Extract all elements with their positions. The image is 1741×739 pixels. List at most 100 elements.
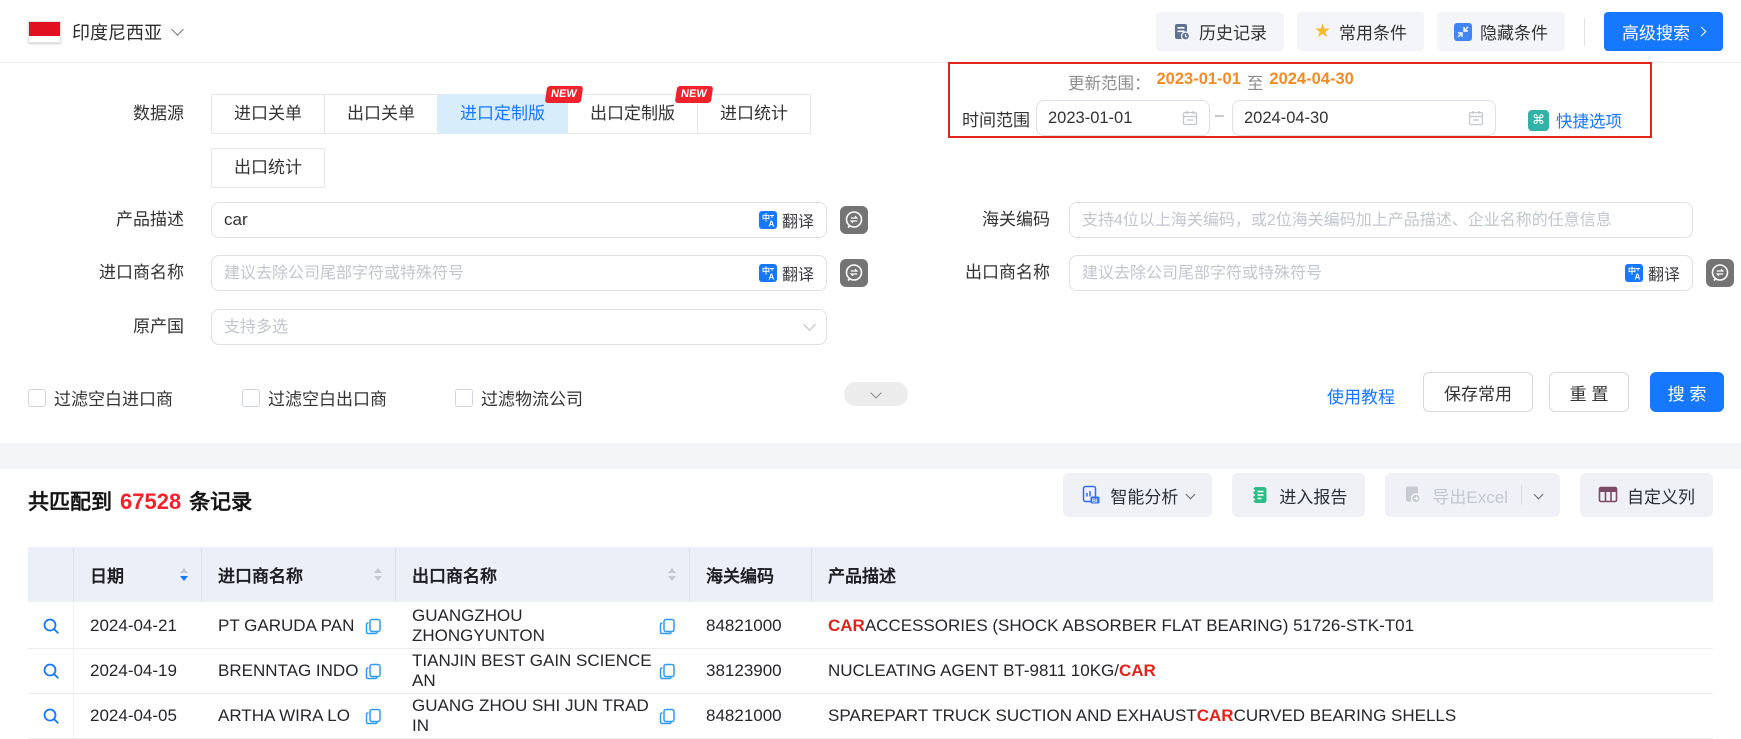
results-toolbar: BI 智能分析 进入报告 导出Excel 自定义列 <box>1063 473 1713 517</box>
sort-date[interactable] <box>180 568 188 581</box>
ai-analysis-label: 智能分析 <box>1110 487 1179 507</box>
origin-country-select[interactable] <box>211 309 827 345</box>
filter-logistics-label: 过滤物流公司 <box>481 390 583 409</box>
custom-columns-button[interactable]: 自定义列 <box>1580 473 1713 517</box>
update-range-end: 2024-04-30 <box>1269 70 1354 88</box>
row-detail-button[interactable] <box>28 649 74 693</box>
tab-import-statistics[interactable]: 进口统计 <box>697 94 811 134</box>
section-divider <box>0 443 1741 469</box>
table-row: 2024-04-05 ARTHA WIRA LO GUANG ZHOU SHI … <box>28 694 1713 739</box>
filter-blank-exporter-label: 过滤空白出口商 <box>268 390 387 409</box>
synonym-search-icon[interactable] <box>840 206 868 234</box>
product-description-field: 中A 翻译 <box>211 202 827 238</box>
translate-label: 翻译 <box>781 214 814 231</box>
product-description-input[interactable] <box>224 210 751 230</box>
update-range-start: 2023-01-01 <box>1156 70 1241 88</box>
export-excel-label: 导出Excel <box>1432 487 1508 507</box>
sort-exporter[interactable] <box>668 568 676 581</box>
tab-import-custom-edition[interactable]: 进口定制版 NEW <box>437 86 584 134</box>
date-end-input[interactable] <box>1244 108 1468 128</box>
translate-button[interactable]: 中A 翻译 <box>1624 261 1680 285</box>
enter-report-button[interactable]: 进入报告 <box>1232 473 1366 517</box>
chevron-right-icon <box>1696 26 1707 37</box>
tutorial-link[interactable]: 使用教程 <box>1327 383 1395 408</box>
synonym-search-icon[interactable] <box>840 259 868 287</box>
svg-text:BI: BI <box>1092 498 1098 504</box>
copy-icon[interactable] <box>659 708 676 725</box>
collapse-panel-button[interactable] <box>844 382 908 406</box>
hs-code-input[interactable] <box>1082 210 1680 230</box>
hs-code-label: 海关编码 <box>982 210 1050 229</box>
datasource-tabs: 进口关单 出口关单 进口定制版 NEW 出口定制版 NEW 进口统计 <box>211 86 811 134</box>
sort-desc-icon[interactable] <box>374 576 382 581</box>
tab-export-statistics[interactable]: 出口统计 <box>211 148 325 188</box>
filter-logistics-checkbox[interactable]: 过滤物流公司 <box>455 385 583 410</box>
copy-icon[interactable] <box>365 708 382 725</box>
chevron-down-icon <box>803 317 816 331</box>
importer-field: 中A 翻译 <box>211 255 827 291</box>
translate-button[interactable]: 中A 翻译 <box>758 261 814 285</box>
row-detail-button[interactable] <box>28 604 74 648</box>
quick-options-button[interactable]: ⌘ 快捷选项 <box>1528 108 1622 132</box>
translate-label: 翻译 <box>1647 267 1680 284</box>
synonym-search-icon[interactable] <box>1706 259 1734 287</box>
sort-asc-icon[interactable] <box>668 568 676 573</box>
search-button[interactable]: 搜 索 <box>1650 372 1724 412</box>
table-row: 2024-04-21 PT GARUDA PAN GUANGZHOU ZHONG… <box>28 604 1713 649</box>
checkbox-icon[interactable] <box>242 388 260 407</box>
time-range-label: 时间范围 <box>962 111 1030 130</box>
magnifier-icon <box>43 708 59 724</box>
save-conditions-button[interactable]: 保存常用 <box>1423 372 1533 412</box>
copy-icon[interactable] <box>659 618 676 635</box>
summary-prefix: 共匹配到 <box>28 491 112 514</box>
advanced-search-button[interactable]: 高级搜索 <box>1604 12 1723 51</box>
exporter-input[interactable] <box>1082 263 1617 283</box>
sort-desc-icon[interactable] <box>180 576 188 581</box>
chevron-down-icon[interactable] <box>1533 489 1544 499</box>
hide-conditions-button[interactable]: 隐藏条件 <box>1437 12 1565 51</box>
sort-desc-icon[interactable] <box>668 576 676 581</box>
ai-analysis-button[interactable]: BI 智能分析 <box>1063 473 1213 517</box>
hide-conditions-label: 隐藏条件 <box>1480 24 1548 43</box>
table-header: 日期 进口商名称 出口商名称 海关编码 产品描述 <box>28 547 1713 602</box>
product-description-label: 产品描述 <box>116 210 184 229</box>
export-excel-button[interactable]: 导出Excel <box>1385 473 1560 517</box>
button-divider <box>1521 485 1522 505</box>
quick-options-icon: ⌘ <box>1528 109 1549 131</box>
sort-asc-icon[interactable] <box>180 568 188 573</box>
origin-country-input[interactable] <box>224 317 797 337</box>
row-detail-button[interactable] <box>28 694 74 738</box>
cell-date: 2024-04-05 <box>90 706 177 725</box>
reset-button[interactable]: 重 置 <box>1549 372 1629 412</box>
sort-asc-icon[interactable] <box>374 568 382 573</box>
history-icon <box>1174 23 1191 41</box>
header-product: 产品描述 <box>828 567 896 586</box>
tab-export-customs[interactable]: 出口关单 <box>324 94 438 134</box>
history-button[interactable]: 历史记录 <box>1155 12 1284 51</box>
country-selector[interactable]: 印度尼西亚 <box>28 0 184 63</box>
header-date: 日期 <box>74 547 202 602</box>
filter-blank-exporter-checkbox[interactable]: 过滤空白出口商 <box>242 385 387 410</box>
copy-icon[interactable] <box>659 663 676 680</box>
copy-icon[interactable] <box>365 663 382 680</box>
cell-product: CAR ACCESSORIES (SHOCK ABSORBER FLAT BEA… <box>828 616 1415 635</box>
tab-export-custom-edition[interactable]: 出口定制版 NEW <box>567 86 714 134</box>
importer-input[interactable] <box>224 263 751 283</box>
keyword-highlight: CAR <box>1196 706 1234 725</box>
calendar-icon[interactable] <box>1468 110 1484 126</box>
cell-exporter: GUANG ZHOU SHI JUN TRAD IN <box>396 694 690 738</box>
sort-importer[interactable] <box>374 568 382 581</box>
favorites-button[interactable]: ★ 常用条件 <box>1296 12 1424 51</box>
checkbox-icon[interactable] <box>28 388 46 407</box>
translate-button[interactable]: 中A 翻译 <box>758 208 814 232</box>
date-start-input[interactable] <box>1048 108 1182 128</box>
tab-import-customs[interactable]: 进口关单 <box>211 94 325 134</box>
filter-blank-importer-checkbox[interactable]: 过滤空白进口商 <box>28 385 173 410</box>
checkbox-icon[interactable] <box>455 388 473 407</box>
quick-options-label: 快捷选项 <box>1556 113 1622 131</box>
date-start-field <box>1036 100 1210 136</box>
header-importer: 进口商名称 <box>202 547 396 602</box>
copy-icon[interactable] <box>365 618 382 635</box>
calendar-icon[interactable] <box>1182 110 1198 126</box>
history-label: 历史记录 <box>1198 24 1267 43</box>
